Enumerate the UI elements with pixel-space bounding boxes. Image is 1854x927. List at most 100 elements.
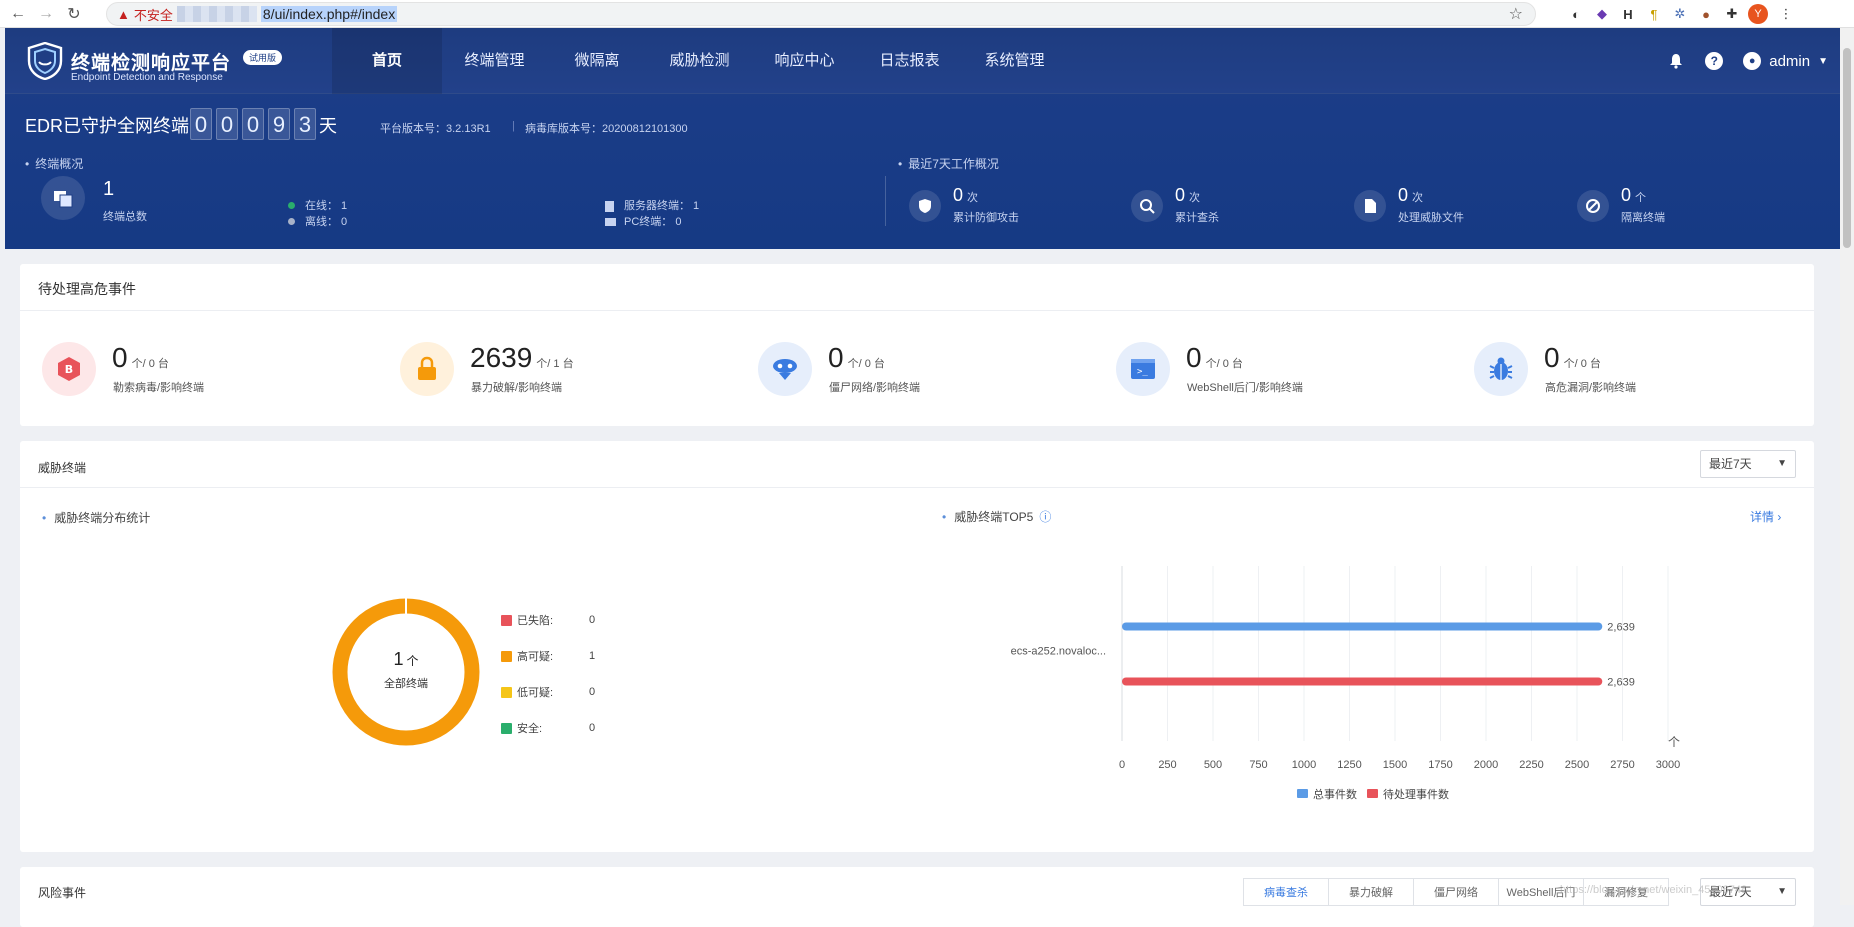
guard-digit: 0 [242,108,264,140]
isolate-icon [1577,190,1609,222]
top5-bar-chart: 0 250 500 750 1000 1250 1500 1750 2000 2250 2500 27… [1011,566,1680,801]
nav-log-reports[interactable]: 日志报表 [857,28,962,94]
brute-force-count: 2639 个/ 1 台 [470,342,574,373]
brute-force-icon [400,342,454,396]
botnet-icon [758,342,812,396]
vulnerability-count: 0 个/ 0 台 [1544,342,1601,373]
recent-files-label: 处理威胁文件 [1398,212,1464,224]
online-count: 在线： 1 [288,197,347,213]
version-divider: | [512,120,515,132]
vulnerability-label: 高危漏洞/影响终端 [1545,382,1637,394]
extension-icon[interactable]: ◐ [1566,4,1586,24]
tab-botnet[interactable]: 僵尸网络 [1413,878,1499,906]
bell-icon[interactable] [1667,52,1685,70]
pc-icon [605,218,616,227]
x-tick-label: 2250 [1519,759,1543,771]
webshell-count: 0 个/ 0 台 [1186,342,1243,373]
address-bar[interactable]: ▲ 不安全 8/ui/index.php#/index ☆ [106,2,1536,26]
virus-db-version: 病毒库版本号：20200812101300 [525,123,688,135]
back-icon[interactable]: ← [4,0,32,28]
x-tick-label: 1250 [1337,759,1361,771]
donut-center-count: 1个 [393,649,419,669]
x-tick-label: 1000 [1292,759,1316,771]
server-icon [605,200,614,212]
extension-icon[interactable]: ◆ [1592,4,1612,24]
extension-icon[interactable]: ✲ [1670,4,1690,24]
user-avatar-icon: ● [1743,52,1762,70]
cookie-icon[interactable]: ● [1696,4,1716,24]
nav-home[interactable]: 首页 [332,28,442,94]
ransomware-label: 勒索病毒/影响终端 [113,382,205,394]
server-count: 服务器终端： 1 [605,197,699,213]
platform-version: 平台版本号：3.2.13R1 [380,123,491,135]
legend-label: 待处理事件数 [1383,787,1449,801]
legend-label: 总事件数 [1313,787,1357,801]
bar-data-label: 2,639 [1607,677,1635,689]
reload-icon[interactable]: ↻ [60,0,88,28]
offline-count: 离线： 0 [288,213,347,229]
recent-scan: 0次 [1175,185,1201,205]
x-tick-label: 3000 [1656,759,1680,771]
endpoint-icon [41,176,85,220]
svg-text:>_: >_ [1137,367,1148,377]
guard-digit: 3 [294,108,316,140]
guard-title: EDR已守护全网终端 [25,116,190,136]
user-name: admin [1769,52,1811,70]
forward-icon[interactable]: → [32,0,60,28]
distribution-title: 威胁终端分布统计 [42,509,150,526]
legend-swatch [1367,789,1378,798]
threat-donut-chart [332,598,480,746]
nav-response-center[interactable]: 响应中心 [752,28,857,94]
extension-icon[interactable]: H [1618,4,1638,24]
trial-badge: 试用版 [243,50,283,65]
detail-link[interactable]: 详情 › [1750,508,1781,525]
watermark: https://blog.csdn.net/weixin_45508748 [1560,884,1748,896]
pending-events-title: 待处理高危事件 [38,281,136,297]
nav-endpoint-management[interactable]: 终端管理 [442,28,547,94]
extension-icon[interactable]: ¶ [1644,4,1664,24]
donut-center-label: 全部终端 [384,678,428,690]
x-tick-label: 2750 [1610,759,1634,771]
scrollbar-thumb[interactable] [1843,48,1851,248]
user-area: ? ● admin ▼ [1667,28,1828,94]
legend-swatch [1297,789,1308,798]
info-icon: ⓘ [1039,510,1052,524]
shield-logo-icon [27,42,63,80]
brand-subtitle: Endpoint Detection and Response [71,72,223,83]
x-tick-label: 1500 [1383,759,1407,771]
recent-defense-label: 累计防御攻击 [953,212,1019,224]
puzzle-icon[interactable]: ✚ [1722,4,1742,24]
botnet-count: 0 个/ 0 台 [828,342,885,373]
donut-ring-high-suspicious [332,598,480,746]
x-axis-unit: 个 [1668,735,1680,749]
tab-virus-scan[interactable]: 病毒查杀 [1243,878,1329,906]
bookmark-star-icon[interactable]: ☆ [1509,4,1523,24]
card-divider [20,487,1814,488]
recent-title: 最近7天工作概况 [898,155,999,172]
menu-icon[interactable]: ⋮ [1776,4,1796,24]
page-scrollbar[interactable] [1840,28,1854,905]
user-menu[interactable]: ● admin ▼ [1743,52,1828,70]
x-tick-label: 2000 [1474,759,1498,771]
brand-title: 终端检测响应平台 [71,53,232,74]
brute-force-label: 暴力破解/影响终端 [471,382,563,394]
legend-high-suspicious: 高可疑: 1 [501,648,595,664]
threat-range-select[interactable]: 最近7天 ▼ [1700,450,1796,478]
redacted-host [176,6,257,22]
caret-down-icon: ▼ [1777,886,1787,897]
nav-micro-isolation[interactable]: 微隔离 [547,28,647,94]
guard-unit: 天 [319,116,337,136]
help-icon[interactable]: ? [1705,52,1724,70]
nav-threat-detection[interactable]: 威胁检测 [647,28,752,94]
endpoint-total: 1 [103,178,115,200]
profile-avatar[interactable]: Y [1748,4,1768,24]
browser-toolbar: ← → ↻ ▲ 不安全 8/ui/index.php#/index ☆ ◐ ◆ … [0,0,1854,28]
nav-system-management[interactable]: 系统管理 [962,28,1067,94]
dashboard-header: 终端检测响应平台 试用版 Endpoint Detection and Resp… [5,28,1840,249]
warning-icon: ▲ [117,6,130,22]
x-tick-label: 2500 [1565,759,1589,771]
threat-endpoints-title: 威胁终端 [38,461,87,475]
x-tick-label: 750 [1249,759,1267,771]
svg-text:B: B [65,363,73,376]
tab-brute-force[interactable]: 暴力破解 [1328,878,1414,906]
